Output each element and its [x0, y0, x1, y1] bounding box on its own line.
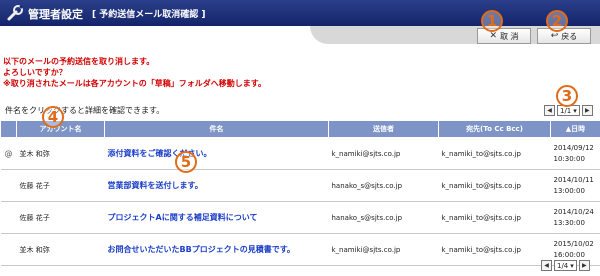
cell-date: 2014/10/24 13:30:00 [550, 201, 600, 234]
cancel-button-label: 取 消 [500, 31, 519, 41]
chevron-down-icon: ▾ [570, 261, 574, 270]
attachment-cell [0, 169, 17, 202]
back-button[interactable]: ↩ 戻る [537, 28, 591, 44]
next-page-icon[interactable]: ▶ [581, 105, 593, 116]
subject-link[interactable]: お問合せいただいたBBプロジェクトの見積書です。 [104, 233, 329, 266]
cell-from: k_namiki@sjts.co.jp [328, 233, 439, 266]
message-line-1: 以下のメールの予約送信を取り消します。 [3, 57, 155, 66]
table-row: 佐藤 花子 プロジェクトAに関する補足資料について hanako_s@sjts.… [0, 201, 600, 234]
pagination-bottom: ◀ 1/4 ▾ ▶ [541, 260, 590, 271]
column-header-date[interactable]: ▲日時 [550, 120, 600, 138]
confirmation-message: 以下のメールの予約送信を取り消します。 よろしいですか？ ※取り消されたメールは… [3, 56, 266, 89]
attachment-cell [0, 233, 17, 266]
table-header-row: アカウント名 件名 送信者 宛先(To Cc Bcc) ▲日時 [0, 120, 600, 138]
attachment-icon: @ [0, 137, 17, 170]
cell-account: 佐藤 花子 [16, 169, 105, 202]
cell-from: hanako_s@sjts.co.jp [328, 169, 439, 202]
page-select-bottom-value: 1/4 [557, 261, 569, 270]
column-header-from[interactable]: 送信者 [328, 120, 439, 138]
page-title: 管理者設定 [28, 8, 83, 21]
close-icon: ✕ [489, 31, 497, 41]
cell-to: k_namiki_to@sjts.co.jp [438, 169, 551, 202]
column-header-attach [0, 120, 17, 138]
mail-table: アカウント名 件名 送信者 宛先(To Cc Bcc) ▲日時 @ 並木 和弥 … [0, 120, 600, 266]
date-time: 13:30:00 [553, 218, 585, 227]
cell-to: k_namiki_to@sjts.co.jp [438, 233, 551, 266]
attachment-cell [0, 201, 17, 234]
table-row: 並木 和弥 お問合せいただいたBBプロジェクトの見積書です。 k_namiki@… [0, 233, 600, 266]
chevron-down-icon: ▾ [573, 106, 577, 115]
cancel-button[interactable]: ✕ 取 消 [477, 28, 531, 44]
cell-account: 佐藤 花子 [16, 201, 105, 234]
table-row: @ 並木 和弥 添付資料をご確認ください。 k_namiki@sjts.co.j… [0, 137, 600, 170]
cell-account: 並木 和弥 [16, 233, 105, 266]
date-day: 2014/10/11 [553, 175, 594, 184]
cell-account: 並木 和弥 [16, 137, 105, 170]
table-row: 佐藤 花子 営業部資料を送付します。 hanako_s@sjts.co.jp k… [0, 169, 600, 202]
callout-5: 5 [175, 151, 197, 173]
column-header-to[interactable]: 宛先(To Cc Bcc) [438, 120, 551, 138]
cell-date: 2014/10/11 13:00:00 [550, 169, 600, 202]
date-day: 2015/10/02 [553, 239, 594, 248]
message-line-2: よろしいですか？ [3, 68, 67, 77]
callout-3: 3 [556, 85, 578, 107]
subject-link[interactable]: 添付資料をご確認ください。 [104, 137, 329, 170]
prev-page-icon[interactable]: ◀ [544, 105, 555, 116]
subject-link[interactable]: 営業部資料を送付します。 [104, 169, 329, 202]
header-bar: 管理者設定 [ 予約送信メール取消確認 ] [0, 0, 600, 26]
hint-text: 件名をクリックすると詳細を確認できます。 [5, 106, 165, 115]
cell-from: k_namiki@sjts.co.jp [328, 137, 439, 170]
next-page-icon[interactable]: ▶ [578, 260, 590, 271]
date-day: 2014/10/24 [553, 207, 594, 216]
page-select-bottom[interactable]: 1/4 ▾ [554, 260, 577, 271]
callout-4: 4 [42, 106, 64, 128]
callout-2: 2 [546, 10, 568, 32]
cell-to: k_namiki_to@sjts.co.jp [438, 137, 551, 170]
date-time: 16:00:00 [553, 250, 585, 259]
date-day: 2014/09/12 [553, 143, 594, 152]
subject-link[interactable]: プロジェクトAに関する補足資料について [104, 201, 329, 234]
callout-1: 1 [481, 10, 503, 32]
date-time: 10:30:00 [553, 154, 585, 163]
cell-from: hanako_s@sjts.co.jp [328, 201, 439, 234]
page-select-value: 1/1 [560, 106, 572, 115]
cell-date: 2014/09/12 10:30:00 [550, 137, 600, 170]
prev-page-icon[interactable]: ◀ [541, 260, 552, 271]
wrench-icon [7, 5, 23, 21]
date-time: 13:00:00 [553, 186, 585, 195]
message-line-3: ※取り消されたメールは各アカウントの「草稿」フォルダへ移動します。 [3, 79, 266, 88]
column-header-subject[interactable]: 件名 [104, 120, 329, 138]
cell-to: k_namiki_to@sjts.co.jp [438, 201, 551, 234]
back-button-label: 戻る [561, 31, 578, 41]
back-arrow-icon: ↩ [550, 31, 559, 41]
page-subtitle: [ 予約送信メール取消確認 ] [92, 10, 206, 20]
